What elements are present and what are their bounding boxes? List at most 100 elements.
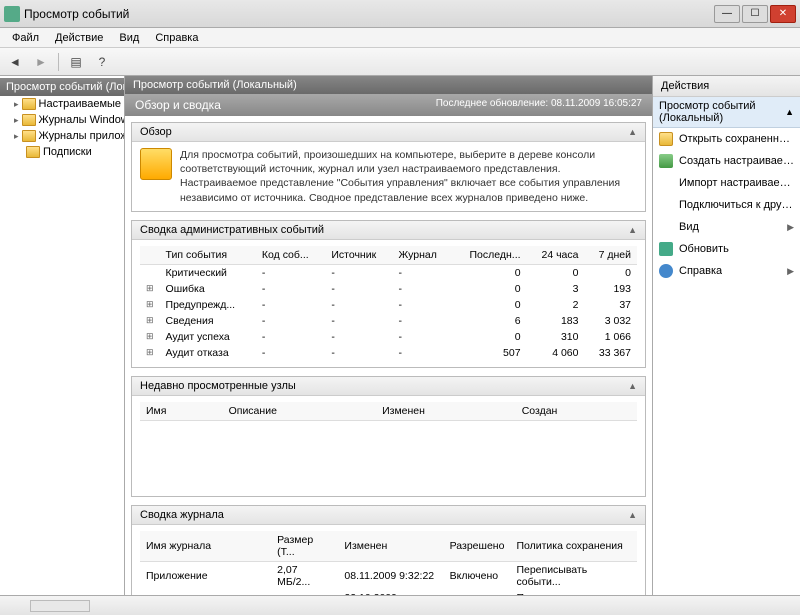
tree-item-label: Настраиваемые представл (39, 98, 124, 110)
back-button[interactable]: ◄ (4, 51, 26, 73)
tree-item[interactable]: ▸ Настраиваемые представл (0, 96, 124, 112)
chevron-up-icon[interactable]: ▲ (785, 107, 794, 117)
table-row[interactable]: ⊞Сведения---61833 032 (140, 313, 637, 329)
actions-group-label: Просмотр событий (Локальный) (659, 100, 785, 124)
actions-title: Действия (653, 76, 800, 97)
tree-item[interactable]: ▸ Журналы Windows (0, 112, 124, 128)
column-header[interactable]: Размер (Т... (271, 531, 338, 562)
horizontal-scrollbar[interactable] (30, 600, 90, 612)
action-icon (659, 220, 673, 234)
table-row[interactable]: Приложение2,07 МБ/2...08.11.2009 9:32:22… (140, 562, 637, 591)
log-summary-header[interactable]: Сводка журнала ▲ (132, 506, 645, 525)
action-item[interactable]: Вид ▶ (653, 216, 800, 238)
column-header[interactable]: Код соб... (256, 246, 325, 265)
overview-text: Для просмотра событий, произошедших на к… (180, 148, 637, 205)
overview-header[interactable]: Обзор ▲ (132, 123, 645, 142)
collapse-icon[interactable]: ▲ (628, 127, 637, 137)
table-row[interactable]: ⊞Ошибка---03193 (140, 281, 637, 297)
action-item[interactable]: Подключиться к другому ком... (653, 194, 800, 216)
column-header[interactable]: Последн... (452, 246, 527, 265)
expand-icon[interactable]: ▸ (14, 99, 19, 110)
folder-icon (22, 114, 36, 126)
tree-item[interactable]: ▸ Журналы приложений и с (0, 128, 124, 144)
table-row[interactable]: ⊞Аудит успеха---03101 066 (140, 329, 637, 345)
tree-item-label: Журналы приложений и с (39, 130, 124, 142)
action-item[interactable]: Создать настраиваемое предс... (653, 150, 800, 172)
menubar: Файл Действие Вид Справка (0, 28, 800, 48)
log-summary-table[interactable]: Имя журналаРазмер (Т...ИзмененРазрешеноП… (140, 531, 637, 595)
menu-action[interactable]: Действие (47, 30, 111, 46)
action-icon (659, 198, 673, 212)
chevron-right-icon: ▶ (787, 222, 794, 233)
column-header[interactable]: Тип события (160, 246, 256, 265)
app-icon (4, 6, 20, 22)
column-header[interactable]: 24 часа (527, 246, 585, 265)
collapse-icon[interactable]: ▲ (628, 225, 637, 235)
expand-icon[interactable]: ⊞ (140, 345, 160, 361)
action-item[interactable]: Открыть сохраненный журнал... (653, 128, 800, 150)
expand-icon[interactable] (140, 264, 160, 281)
forward-button[interactable]: ► (30, 51, 52, 73)
table-row[interactable]: Критический---000 (140, 264, 637, 281)
admin-summary-table[interactable]: Тип событияКод соб...ИсточникЖурналПосле… (140, 246, 637, 361)
collapse-icon[interactable]: ▲ (628, 381, 637, 391)
overview-title: Обзор (140, 126, 172, 138)
minimize-button[interactable]: — (714, 5, 740, 23)
column-header[interactable]: Описание (223, 402, 376, 421)
action-icon (659, 154, 673, 168)
table-row[interactable]: ⊞Аудит отказа---5074 06033 367 (140, 345, 637, 361)
menu-help[interactable]: Справка (147, 30, 206, 46)
statusbar (0, 595, 800, 615)
column-header[interactable]: Имя (140, 402, 223, 421)
main-header: Просмотр событий (Локальный) (125, 76, 652, 94)
tree-item[interactable]: Подписки (0, 144, 124, 160)
action-label: Вид (679, 221, 699, 233)
admin-summary-header[interactable]: Сводка административных событий ▲ (132, 221, 645, 240)
folder-icon (22, 130, 36, 142)
menu-file[interactable]: Файл (4, 30, 47, 46)
table-row[interactable]: События оборудования68 КБ/20 ...22.10.20… (140, 590, 637, 595)
navigation-tree[interactable]: Просмотр событий (Локальны ▸ Настраиваемы… (0, 76, 125, 595)
expand-icon[interactable]: ⊞ (140, 329, 160, 345)
expand-icon[interactable]: ⊞ (140, 281, 160, 297)
log-summary-title: Сводка журнала (140, 509, 224, 521)
action-item[interactable]: Импорт настраиваемого пред... (653, 172, 800, 194)
recent-nodes-section: Недавно просмотренные узлы ▲ ИмяОписание… (131, 376, 646, 498)
window-title: Просмотр событий (24, 7, 714, 21)
expand-icon[interactable]: ▸ (14, 131, 19, 142)
tree-root[interactable]: Просмотр событий (Локальны (0, 78, 124, 96)
action-label: Подключиться к другому ком... (679, 199, 794, 211)
table-row[interactable]: ⊞Предупрежд...---0237 (140, 297, 637, 313)
menu-view[interactable]: Вид (111, 30, 147, 46)
action-label: Обновить (679, 243, 729, 255)
expand-icon[interactable]: ▸ (14, 115, 19, 126)
recent-nodes-header[interactable]: Недавно просмотренные узлы ▲ (132, 377, 645, 396)
event-type: Аудит успеха (160, 329, 256, 345)
maximize-button[interactable]: ☐ (742, 5, 768, 23)
column-header[interactable]: Разрешено (444, 531, 511, 562)
recent-nodes-table[interactable]: ИмяОписаниеИзмененСоздан (140, 402, 637, 491)
column-header[interactable]: Изменен (376, 402, 516, 421)
properties-button[interactable]: ▤ (65, 51, 87, 73)
log-summary-section: Сводка журнала ▲ Имя журналаРазмер (Т...… (131, 505, 646, 595)
close-button[interactable]: ✕ (770, 5, 796, 23)
column-header[interactable]: Изменен (338, 531, 443, 562)
column-header[interactable]: Политика сохранения (510, 531, 637, 562)
recent-nodes-title: Недавно просмотренные узлы (140, 380, 296, 392)
column-header[interactable]: 7 дней (584, 246, 637, 265)
column-header[interactable]: Журнал (393, 246, 452, 265)
action-item[interactable]: Справка▶ (653, 260, 800, 282)
expand-icon[interactable]: ⊞ (140, 313, 160, 329)
column-header[interactable]: Источник (325, 246, 392, 265)
titlebar: Просмотр событий — ☐ ✕ (0, 0, 800, 28)
column-header[interactable]: Создан (516, 402, 637, 421)
tree-item-label: Журналы Windows (39, 114, 124, 126)
action-label: Открыть сохраненный журнал... (679, 133, 794, 145)
chevron-right-icon: ▶ (787, 266, 794, 277)
action-item[interactable]: Обновить (653, 238, 800, 260)
expand-icon[interactable]: ⊞ (140, 297, 160, 313)
actions-group[interactable]: Просмотр событий (Локальный) ▲ (653, 97, 800, 128)
collapse-icon[interactable]: ▲ (628, 510, 637, 520)
help-button[interactable]: ? (91, 51, 113, 73)
column-header[interactable]: Имя журнала (140, 531, 271, 562)
